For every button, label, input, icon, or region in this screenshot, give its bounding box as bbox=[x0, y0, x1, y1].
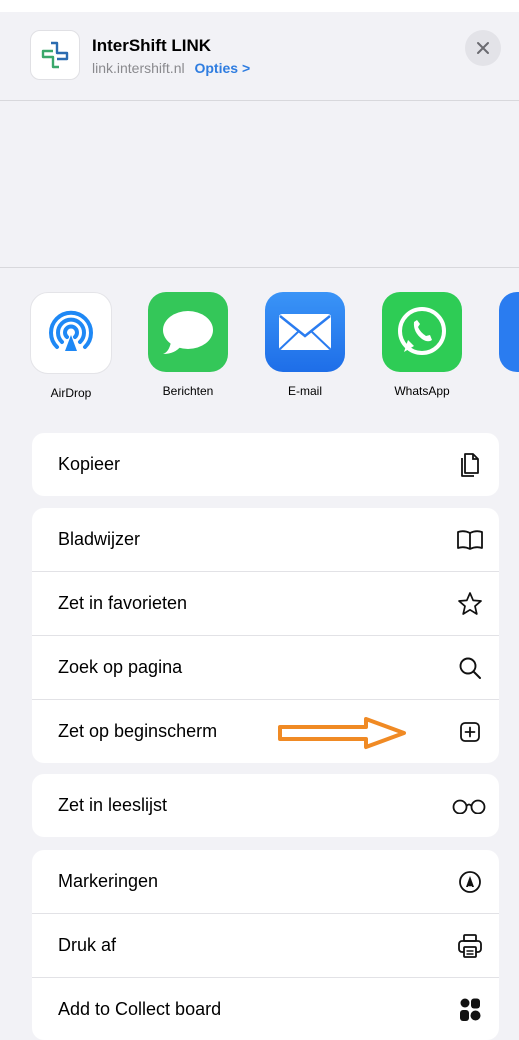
action-label: Zet op beginscherm bbox=[58, 721, 218, 741]
star-icon bbox=[455, 589, 485, 619]
app-label: Berichten bbox=[162, 384, 214, 398]
action-reading-list[interactable]: Zet in leeslijst bbox=[32, 774, 499, 837]
action-group-reading: Zet in leeslijst bbox=[32, 774, 499, 837]
app-messages[interactable]: Berichten bbox=[138, 292, 238, 398]
action-favorites[interactable]: Zet in favorieten bbox=[32, 571, 499, 635]
book-icon bbox=[455, 525, 485, 555]
app-email[interactable]: E-mail bbox=[255, 292, 355, 398]
action-markup[interactable]: Markeringen bbox=[32, 850, 499, 913]
markup-icon bbox=[455, 867, 485, 897]
action-collect-board[interactable]: Add to Collect board bbox=[32, 977, 499, 1040]
messages-icon bbox=[148, 292, 228, 372]
app-label: WhatsApp bbox=[394, 384, 450, 398]
search-icon bbox=[455, 653, 485, 683]
action-find-on-page[interactable]: Zoek op pagina bbox=[32, 635, 499, 699]
annotation-arrow-icon bbox=[278, 717, 406, 749]
action-print[interactable]: Druk af bbox=[32, 913, 499, 977]
action-add-to-home[interactable]: Zet op beginscherm bbox=[32, 699, 499, 763]
action-group-extra: Markeringen Druk af Add to Collect board bbox=[32, 850, 499, 1040]
site-url: link.intershift.nl bbox=[92, 60, 185, 76]
airdrop-icon bbox=[30, 292, 112, 374]
close-icon bbox=[477, 42, 489, 54]
status-strip bbox=[0, 0, 519, 12]
action-label: Bladwijzer bbox=[58, 529, 141, 549]
app-title: InterShift LINK bbox=[92, 36, 211, 55]
action-group-copy: Kopieer bbox=[32, 433, 499, 496]
copy-icon bbox=[455, 450, 485, 480]
action-label: Zet in favorieten bbox=[58, 593, 188, 613]
app-airdrop[interactable]: AirDrop bbox=[21, 292, 121, 400]
action-bookmark[interactable]: Bladwijzer bbox=[32, 508, 499, 571]
app-subtitle: link.intershift.nl Opties > bbox=[92, 60, 250, 76]
action-copy[interactable]: Kopieer bbox=[32, 433, 499, 496]
page-preview bbox=[0, 101, 519, 268]
intershift-logo-icon bbox=[30, 30, 80, 80]
action-label: Markeringen bbox=[58, 871, 159, 891]
add-square-icon bbox=[455, 717, 485, 747]
action-label: Kopieer bbox=[58, 454, 121, 474]
app-whatsapp[interactable]: WhatsApp bbox=[372, 292, 472, 398]
partial-app-icon bbox=[499, 292, 519, 372]
app-label: AirDrop bbox=[50, 386, 92, 400]
mail-icon bbox=[265, 292, 345, 372]
close-button[interactable] bbox=[465, 30, 501, 66]
action-label: Zet in leeslijst bbox=[58, 795, 168, 815]
action-group-main: Bladwijzer Zet in favorieten Zoek op pag… bbox=[32, 508, 499, 763]
share-apps-row: AirDrop Berichten E-mail WhatsApp bbox=[0, 292, 519, 402]
glasses-icon bbox=[449, 791, 489, 821]
collect-board-icon bbox=[455, 995, 485, 1025]
action-label: Druk af bbox=[58, 935, 117, 955]
app-label: Fa bbox=[489, 384, 519, 398]
action-label: Zoek op pagina bbox=[58, 657, 183, 677]
whatsapp-icon bbox=[382, 292, 462, 372]
printer-icon bbox=[455, 931, 485, 961]
share-header: InterShift LINK link.intershift.nl Optie… bbox=[0, 12, 519, 101]
options-link[interactable]: Opties > bbox=[194, 60, 250, 76]
app-partial[interactable]: Fa bbox=[489, 292, 519, 398]
action-label: Add to Collect board bbox=[58, 999, 222, 1019]
app-label: E-mail bbox=[287, 384, 322, 398]
